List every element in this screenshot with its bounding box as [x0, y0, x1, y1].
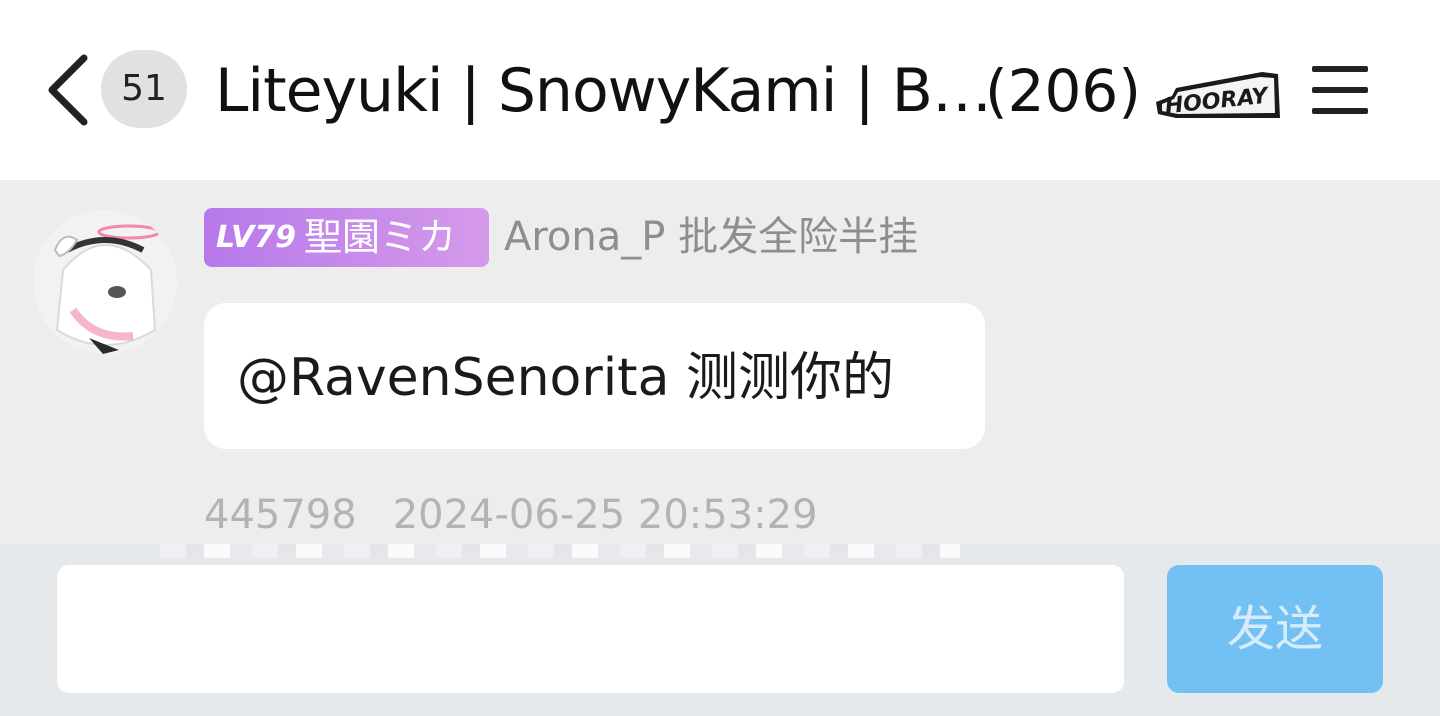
- message-id: 445798: [204, 492, 357, 538]
- message-input[interactable]: [57, 565, 1124, 693]
- member-count: (206): [985, 57, 1141, 125]
- sender-avatar[interactable]: [33, 210, 177, 354]
- hooray-group-emblem-icon: HOORAY: [1152, 68, 1282, 122]
- unread-count-badge[interactable]: 51: [101, 50, 187, 128]
- send-button[interactable]: 发送: [1167, 565, 1383, 693]
- message-meta: 445798 2024-06-25 20:53:29: [204, 490, 818, 540]
- chevron-left-icon: [48, 54, 88, 126]
- level-tag: LV79: [216, 220, 296, 255]
- chat-header: 51 Liteyuki | SnowyKami | B… (206) HOORA…: [0, 0, 1440, 180]
- level-badge: LV79 聖園ミカ: [204, 208, 489, 267]
- chat-title: Liteyuki | SnowyKami | B…: [215, 56, 992, 126]
- back-button[interactable]: [40, 50, 100, 130]
- hamburger-menu-icon: [1312, 66, 1368, 114]
- message-text: @RavenSenorita 测测你的: [237, 348, 894, 408]
- input-bar: 发送: [0, 544, 1440, 716]
- message-timestamp: 2024-06-25 20:53:29: [392, 492, 818, 538]
- sender-name[interactable]: Arona_P 批发全险半挂: [504, 208, 918, 267]
- blurred-content-strip: [160, 544, 960, 558]
- level-title: 聖園ミカ: [304, 215, 457, 259]
- message-bubble[interactable]: @RavenSenorita 测测你的: [204, 303, 985, 449]
- menu-button[interactable]: [1308, 62, 1372, 118]
